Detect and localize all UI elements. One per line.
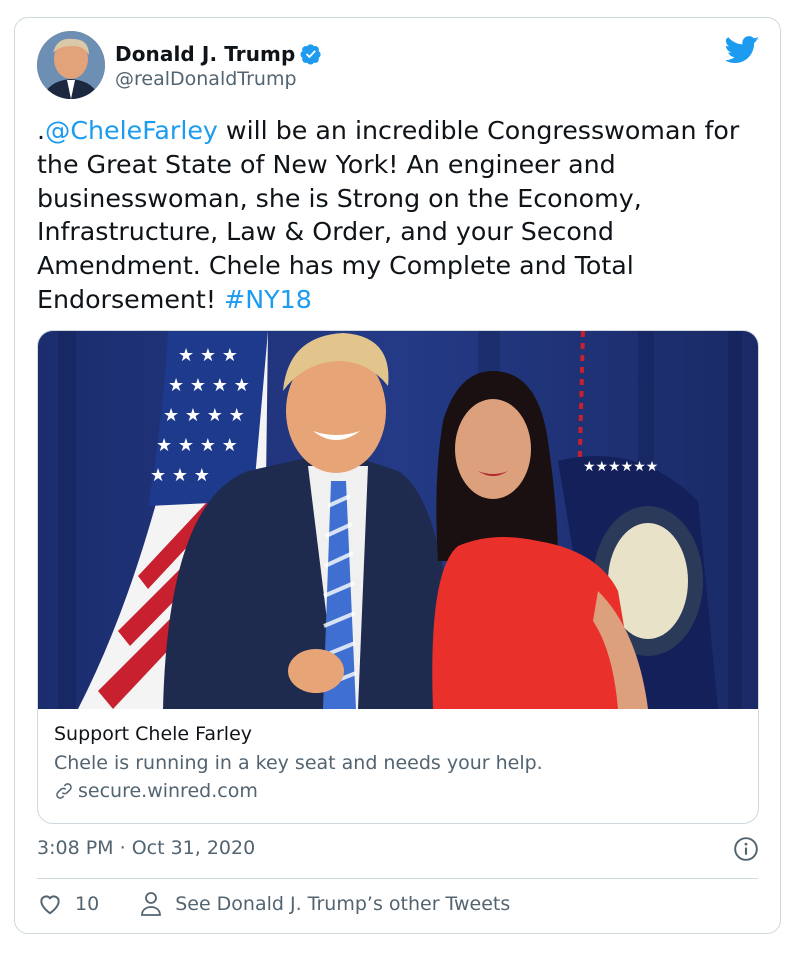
svg-text:★ ★ ★: ★ ★ ★ [150, 465, 210, 486]
tweet-timestamp[interactable]: 3:08 PM · Oct 31, 2020 [37, 837, 255, 859]
like-button[interactable]: 10 [37, 891, 99, 917]
info-icon[interactable] [733, 836, 759, 862]
link-preview-domain[interactable]: secure.winred.com [78, 777, 258, 805]
author-name[interactable]: Donald J. Trump [115, 42, 295, 66]
tweet-date: Oct 31, 2020 [131, 837, 256, 859]
link-icon [56, 783, 72, 799]
verified-badge-icon [300, 44, 322, 65]
person-icon [141, 892, 162, 916]
svg-text:★ ★ ★ ★: ★ ★ ★ ★ [163, 405, 245, 426]
tweet-actions: 10 See Donald J. Trump’s other Tweets [37, 891, 510, 917]
svg-text:★ ★ ★ ★: ★ ★ ★ ★ [156, 435, 238, 456]
tweet-body: will be an incredible Congresswoman for … [37, 116, 740, 314]
link-preview-card[interactable]: ★ ★ ★ ★ ★ ★ ★ ★ ★ ★ ★ ★ ★ ★ ★ ★ ★ ★ ★★★★… [37, 330, 759, 824]
timestamp-separator: · [113, 837, 132, 859]
tweet-time: 3:08 PM [37, 837, 114, 859]
hashtag-link[interactable]: #NY18 [224, 285, 312, 314]
svg-text:★ ★ ★ ★: ★ ★ ★ ★ [168, 375, 250, 396]
preview-photo[interactable]: ★ ★ ★ ★ ★ ★ ★ ★ ★ ★ ★ ★ ★ ★ ★ ★ ★ ★ ★★★★… [38, 331, 759, 709]
svg-text:★ ★ ★: ★ ★ ★ [178, 345, 238, 366]
heart-icon [40, 895, 60, 915]
link-preview-url[interactable]: secure.winred.com [54, 777, 742, 805]
tweet-card: Donald J. Trump @realDonaldTrump .@Chele… [14, 17, 781, 934]
link-preview-title[interactable]: Support Chele Farley [54, 721, 742, 747]
divider [37, 878, 758, 879]
avatar[interactable] [37, 31, 105, 99]
link-preview-description: Chele is running in a key seat and needs… [54, 752, 543, 774]
tweet-text: .@CheleFarley will be an incredible Cong… [37, 114, 767, 317]
author-handle[interactable]: @realDonaldTrump [115, 68, 297, 90]
twitter-bird-icon[interactable] [726, 36, 760, 64]
mention-link[interactable]: @CheleFarley [45, 116, 218, 145]
other-tweets-label: See Donald J. Trump’s other Tweets [175, 893, 511, 915]
author-name-row: Donald J. Trump [115, 42, 322, 66]
tweet-prefix: . [37, 116, 46, 145]
svg-text:★★★★★★: ★★★★★★ [583, 459, 658, 475]
other-tweets-link[interactable]: See Donald J. Trump’s other Tweets [139, 891, 510, 917]
link-preview-info: Support Chele Farley Chele is running in… [54, 721, 742, 805]
like-count: 10 [75, 893, 100, 915]
